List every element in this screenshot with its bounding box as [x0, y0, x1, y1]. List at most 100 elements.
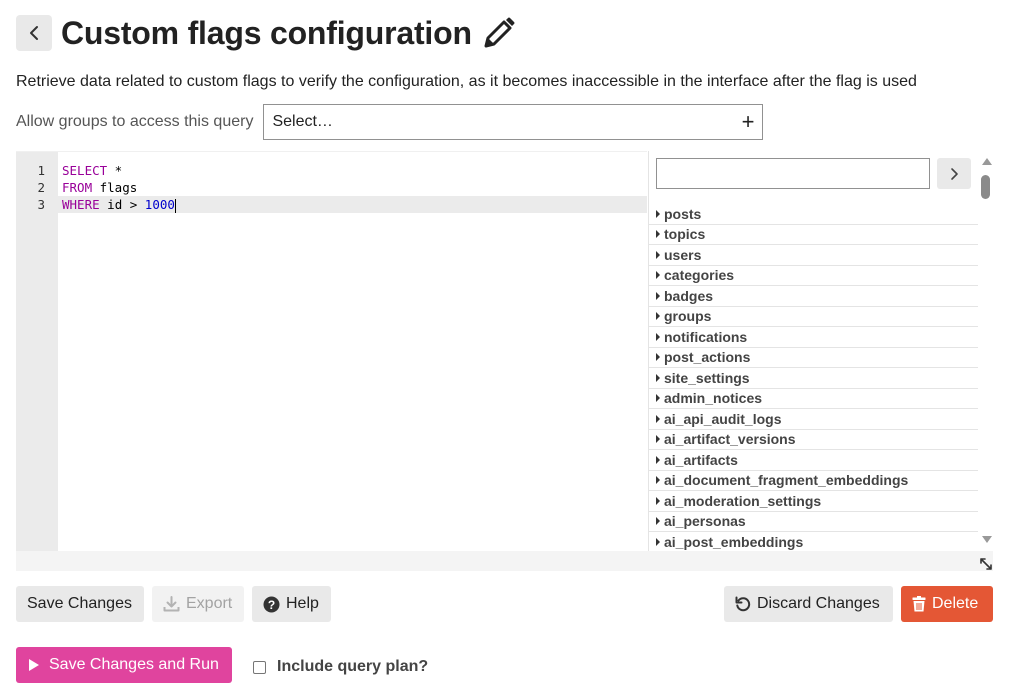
code-text: WHERE id > 1000 [62, 196, 176, 213]
expand-icon[interactable] [979, 557, 993, 571]
schema-filter-input[interactable] [656, 158, 930, 189]
schema-scrollbar[interactable] [979, 151, 994, 551]
schema-table-item[interactable]: posts [649, 204, 978, 225]
schema-table-item[interactable]: admin_notices [649, 389, 978, 409]
editor-footer [16, 551, 993, 571]
schema-table-name: ai_artifacts [664, 451, 738, 468]
caret-right-icon [656, 517, 660, 526]
groups-access-label: Allow groups to access this query [16, 113, 254, 130]
caret-right-icon [656, 332, 660, 341]
schema-table-name: notifications [664, 328, 748, 345]
export-label: Export [186, 595, 233, 612]
schema-table-item[interactable]: notifications [649, 327, 978, 348]
schema-table-item[interactable]: ai_artifacts [649, 450, 978, 471]
chevron-right-icon [951, 167, 958, 180]
code-line[interactable]: 3 WHERE id > 1000 [16, 196, 647, 213]
caret-right-icon [656, 312, 660, 321]
save-and-run-label: Save Changes and Run [49, 656, 219, 673]
schema-table-item[interactable]: groups [649, 307, 978, 327]
svg-text:?: ? [268, 597, 275, 611]
caret-right-icon [656, 476, 660, 485]
pencil-icon[interactable] [482, 16, 516, 50]
schema-table-item[interactable]: ai_api_audit_logs [649, 409, 978, 430]
page-title: Custom flags configuration [61, 14, 472, 51]
schema-table-item[interactable]: ai_artifact_versions [649, 430, 978, 450]
caret-right-icon [656, 455, 660, 464]
code-line[interactable]: 2 FROM flags [16, 179, 647, 196]
schema-table-name: groups [664, 308, 712, 325]
save-and-run-button[interactable]: Save Changes and Run [16, 647, 232, 683]
caret-right-icon [656, 394, 660, 403]
schema-table-item[interactable]: ai_document_fragment_embeddings [649, 471, 978, 491]
schema-browser: posts topics users categories badges groups no… [648, 151, 994, 553]
schema-table-item[interactable]: post_actions [649, 348, 978, 368]
schema-table-name: posts [664, 205, 702, 222]
chevron-left-icon [30, 26, 38, 40]
schema-table-name: ai_personas [664, 513, 746, 530]
groups-access-row: Allow groups to access this query Select… [16, 104, 764, 140]
schema-table-item[interactable]: categories [649, 266, 978, 286]
caret-right-icon [656, 271, 660, 280]
schema-table-name: ai_document_fragment_embeddings [664, 472, 909, 489]
text-cursor [174, 198, 176, 213]
include-query-plan-checkbox[interactable] [253, 660, 266, 674]
code-rest: * [107, 163, 123, 178]
back-button[interactable] [16, 15, 52, 51]
discard-changes-button[interactable]: Discard Changes [724, 586, 893, 622]
caret-right-icon [656, 209, 660, 218]
scroll-down-arrow-icon[interactable] [982, 536, 992, 543]
schema-table-name: post_actions [664, 349, 751, 366]
caret-right-icon [656, 353, 660, 362]
save-changes-label: Save Changes [27, 595, 132, 612]
groups-select[interactable]: Select… + [263, 104, 764, 140]
caret-right-icon [656, 230, 660, 239]
export-button[interactable]: Export [152, 586, 244, 622]
schema-table-name: topics [664, 226, 706, 243]
sql-keyword: FROM [62, 180, 93, 195]
schema-filter-button[interactable] [937, 158, 971, 189]
line-number: 3 [37, 197, 45, 212]
schema-table-name: badges [664, 287, 714, 304]
groups-select-placeholder: Select… [272, 113, 333, 130]
caret-right-icon [656, 537, 660, 546]
code-text: FROM flags [62, 179, 137, 196]
schema-table-name: admin_notices [664, 390, 763, 407]
question-circle-icon: ? [263, 596, 280, 613]
schema-table-item[interactable]: topics [649, 225, 978, 245]
play-icon [28, 658, 40, 672]
download-icon [163, 596, 180, 612]
line-number: 2 [37, 180, 45, 195]
caret-right-icon [656, 496, 660, 505]
code-line[interactable]: 1 SELECT * [16, 162, 647, 179]
schema-table-item[interactable]: site_settings [649, 368, 978, 389]
sql-keyword: WHERE [62, 197, 100, 212]
code-text: SELECT * [62, 162, 122, 179]
query-description: Retrieve data related to custom flags to… [16, 73, 917, 90]
save-changes-button[interactable]: Save Changes [16, 586, 144, 622]
discard-changes-label: Discard Changes [757, 595, 880, 612]
sql-editor[interactable]: 1 SELECT * 2 FROM flags 3 WHERE id > 1000 [16, 151, 647, 552]
schema-table-name: ai_post_embeddings [664, 533, 804, 550]
schema-table-item[interactable]: users [649, 245, 978, 266]
plus-icon[interactable]: + [742, 111, 755, 133]
schema-table-name: users [664, 246, 702, 263]
caret-right-icon [656, 414, 660, 423]
schema-table-item[interactable]: ai_post_embeddings [649, 532, 978, 553]
schema-table-name: ai_moderation_settings [664, 492, 822, 509]
delete-button[interactable]: Delete [901, 586, 993, 622]
schema-table-list: posts topics users categories badges groups no… [649, 204, 978, 553]
scroll-up-arrow-icon[interactable] [982, 158, 992, 165]
sql-keyword: SELECT [62, 163, 108, 178]
schema-table-item[interactable]: ai_personas [649, 512, 978, 532]
scroll-thumb[interactable] [981, 175, 990, 199]
page-header: Custom flags configuration [16, 14, 516, 52]
caret-right-icon [656, 435, 660, 444]
sql-number: 1000 [144, 197, 175, 212]
schema-table-item[interactable]: badges [649, 286, 978, 307]
caret-right-icon [656, 373, 660, 382]
trash-icon [912, 596, 926, 612]
include-query-plan-label: Include query plan? [277, 658, 429, 675]
help-button[interactable]: ? Help [252, 586, 331, 622]
schema-table-item[interactable]: ai_moderation_settings [649, 491, 978, 512]
schema-table-name: ai_artifact_versions [664, 431, 796, 448]
